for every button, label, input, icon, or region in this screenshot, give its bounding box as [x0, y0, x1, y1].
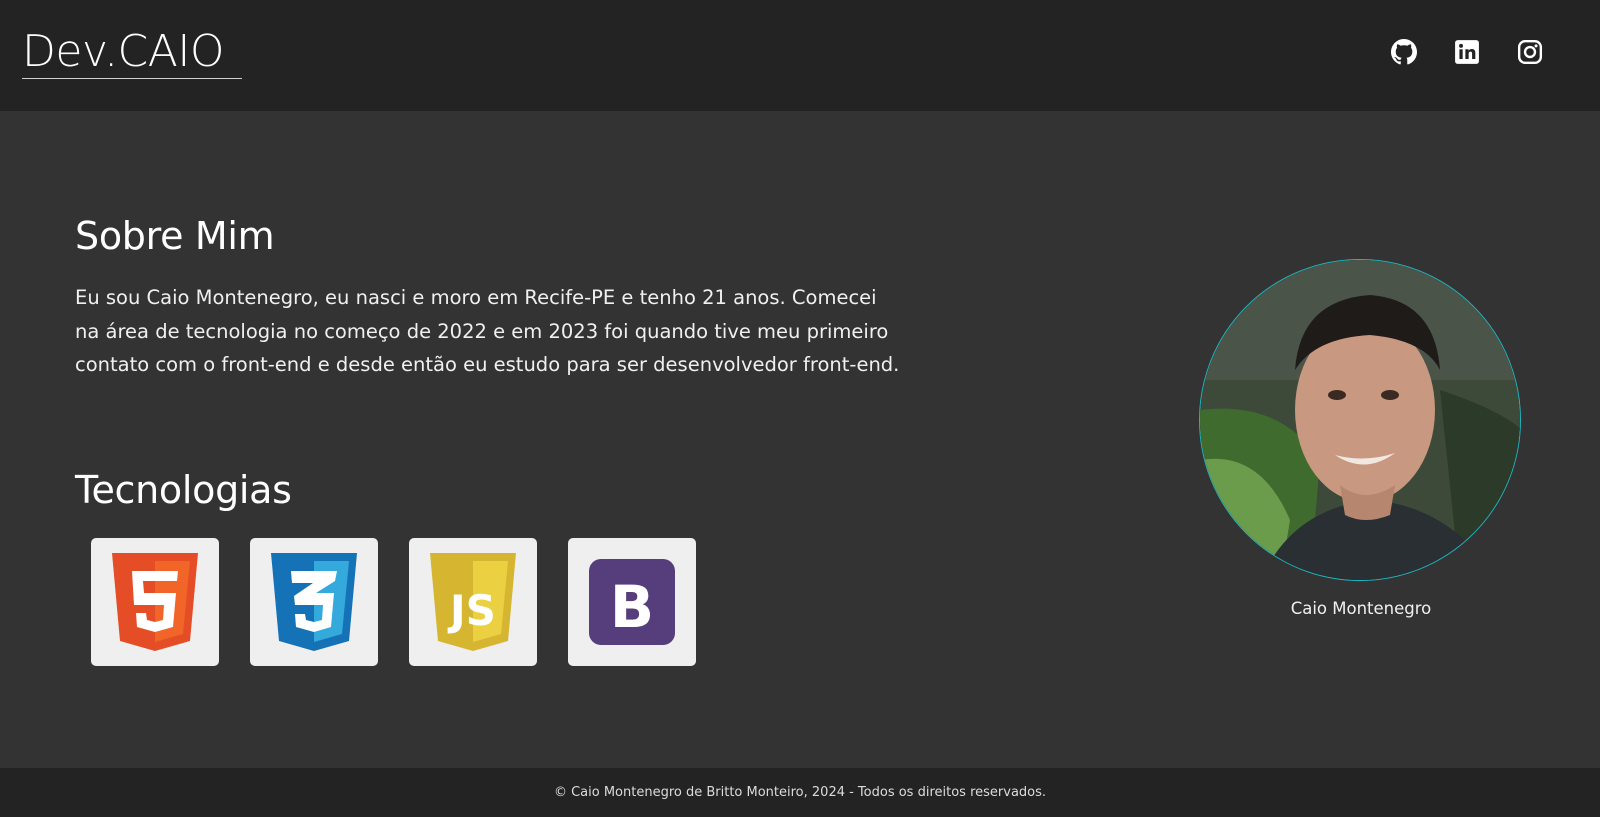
svg-text:B: B [610, 573, 654, 641]
linkedin-icon [1455, 40, 1479, 64]
github-link[interactable] [1390, 38, 1418, 66]
tech-card-javascript: JS [409, 538, 537, 666]
site-footer: © Caio Montenegro de Britto Monteiro, 20… [0, 768, 1600, 817]
linkedin-link[interactable] [1453, 38, 1481, 66]
site-header: Dev.CAIO [0, 0, 1600, 111]
instagram-icon [1517, 39, 1543, 65]
css3-icon [271, 553, 357, 651]
profile-caption: Caio Montenegro [1290, 599, 1432, 618]
bootstrap-icon: B [589, 559, 675, 645]
footer-text: © Caio Montenegro de Britto Monteiro, 20… [553, 785, 1047, 800]
tech-card-css3 [250, 538, 378, 666]
about-title: Sobre Mim [75, 214, 275, 258]
profile-photo [1199, 259, 1521, 581]
instagram-link[interactable] [1516, 38, 1544, 66]
technologies-title: Tecnologias [75, 468, 292, 512]
about-text: Eu sou Caio Montenegro, eu nasci e moro … [75, 286, 900, 376]
javascript-icon: JS [430, 553, 516, 651]
tech-card-html5 [91, 538, 219, 666]
profile-photo-illustration [1200, 260, 1520, 580]
tech-card-bootstrap: B [568, 538, 696, 666]
html5-icon [112, 553, 198, 651]
site-logo[interactable]: Dev.CAIO [22, 27, 242, 80]
svg-text:JS: JS [447, 586, 496, 635]
github-icon [1391, 39, 1417, 65]
